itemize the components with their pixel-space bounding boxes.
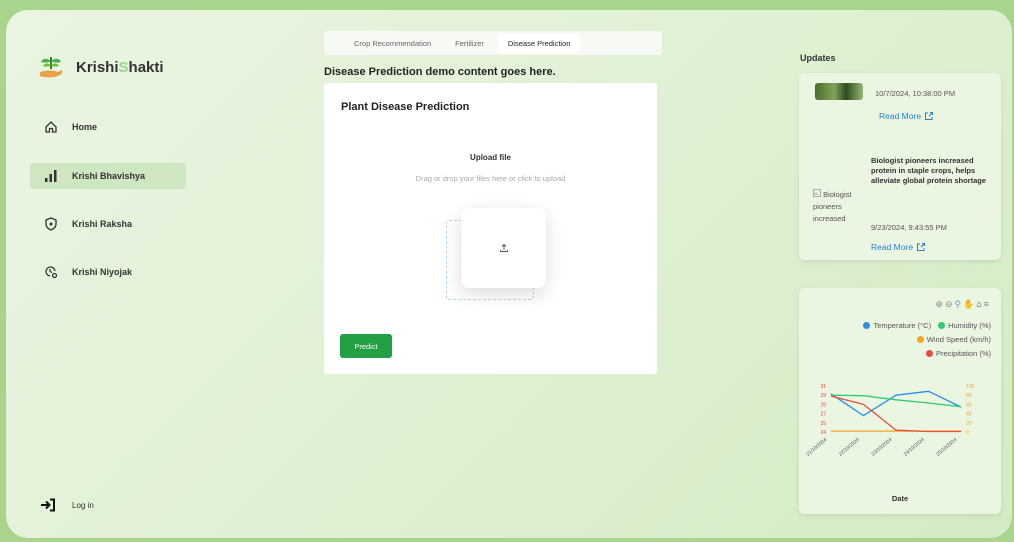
predict-button[interactable]: Predict <box>340 334 392 358</box>
pan-hand-icon[interactable]: ✋ <box>963 299 976 309</box>
broken-image-alt: Biologist pioneers increased <box>813 189 852 223</box>
news-title[interactable]: Biologist pioneers increased protein in … <box>871 156 989 186</box>
planner-icon <box>45 266 58 279</box>
weather-line-chart: 31 29 26 27 25 24 100 80 60 40 20 0 21/10/2024 22/10/… <box>805 384 975 458</box>
news-date: 10/7/2024, 10:38:00 PM <box>875 89 956 98</box>
read-more-label: Read More <box>871 242 914 252</box>
nav-label-krishi-niyojak: Krishi Niyojak <box>72 267 133 277</box>
y-right-tick-label: 0 <box>966 430 969 436</box>
tab-fertilizer[interactable]: Fertilizer <box>445 34 494 53</box>
app-frame: KrishiShakti Home Krishi Bhavishya Krish… <box>6 10 1012 538</box>
external-link-icon <box>917 243 926 251</box>
x-axis-title: Date <box>891 494 909 503</box>
bar-chart-icon <box>45 170 57 182</box>
brand-name: KrishiShakti <box>76 58 164 76</box>
upload-title: Upload file <box>470 153 511 162</box>
nav-label-home: Home <box>72 122 98 132</box>
demo-text: Disease Prediction demo content goes her… <box>324 66 556 78</box>
shield-icon <box>45 217 57 231</box>
disease-prediction-card: Plant Disease Prediction Upload file Dra… <box>324 83 657 374</box>
legend-row-1: Temperature (°C) Humidity (%) <box>863 321 991 330</box>
nav-item-krishi-niyojak[interactable]: Krishi Niyojak <box>30 259 186 285</box>
legend-precipitation[interactable]: Precipitation (%) <box>936 349 991 358</box>
chart-toolbar: ⊕⊖⚲✋⌂≡ <box>935 299 991 310</box>
broken-image-icon <box>813 189 821 197</box>
updates-heading: Updates <box>800 53 836 63</box>
legend-wind[interactable]: Wind Speed (km/h) <box>927 335 991 344</box>
y-left-tick-label: 27 <box>820 412 826 418</box>
login-icon <box>41 498 55 512</box>
legend-humidity[interactable]: Humidity (%) <box>948 321 991 330</box>
updates-card: 10/7/2024, 10:38:00 PM Read More Biologi… <box>799 73 1001 260</box>
series-line-precipitation <box>830 395 961 433</box>
y-right-tick-label: 20 <box>966 421 972 427</box>
nav-item-krishi-bhavishya[interactable]: Krishi Bhavishya <box>30 163 186 189</box>
x-tick-label: 21/10/2024 <box>805 437 828 458</box>
y-left-tick-label: 29 <box>820 393 826 399</box>
y-right-tick-label: 40 <box>966 412 972 418</box>
legend-dot-humidity <box>938 322 946 329</box>
tab-bar: Crop Recommendation Fertilizer Disease P… <box>324 31 662 55</box>
login-label: Log in <box>72 500 94 510</box>
legend-row-3: Precipitation (%) <box>925 349 991 358</box>
y-right-tick-label: 100 <box>966 384 975 390</box>
nav-item-home[interactable]: Home <box>30 114 186 140</box>
read-more-link[interactable]: Read More <box>879 111 934 121</box>
news-date: 9/23/2024, 9:43:55 PM <box>871 223 947 232</box>
weather-chart-card: ⊕⊖⚲✋⌂≡ Temperature (°C) Humidity (%) Win… <box>799 288 1001 514</box>
y-left-tick-label: 25 <box>820 421 826 427</box>
y-left-tick-label: 24 <box>820 430 826 436</box>
tab-crop-recommendation[interactable]: Crop Recommendation <box>344 34 441 53</box>
card-title: Plant Disease Prediction <box>341 101 470 113</box>
plant-hand-icon <box>40 57 63 78</box>
y-right-tick-label: 80 <box>966 393 972 399</box>
brand-logo[interactable]: KrishiShakti <box>36 53 164 81</box>
y-left-tick-label: 26 <box>820 402 826 408</box>
legend-dot-precipitation <box>925 350 933 357</box>
login-link[interactable]: Log in <box>40 498 94 512</box>
legend-dot-temperature <box>863 322 871 329</box>
upload-hint: Drag or drop your files here or click to… <box>415 174 566 183</box>
menu-icon[interactable]: ≡ <box>984 299 991 309</box>
nav-item-krishi-raksha[interactable]: Krishi Raksha <box>30 211 186 237</box>
legend-row-2: Wind Speed (km/h) <box>916 335 991 344</box>
reset-home-icon[interactable]: ⌂ <box>976 299 983 309</box>
nav-label-krishi-bhavishya: Krishi Bhavishya <box>72 171 146 181</box>
home-icon <box>45 121 57 133</box>
external-link-icon <box>925 112 934 120</box>
y-right-tick-label: 60 <box>966 402 972 408</box>
read-more-link[interactable]: Read More <box>871 242 926 252</box>
zoom-in-icon[interactable]: ⊕ <box>935 299 945 309</box>
x-tick-label: 25/10/2024 <box>935 437 958 458</box>
upload-icon <box>499 243 508 252</box>
read-more-label: Read More <box>879 111 922 121</box>
y-left-tick-label: 31 <box>820 384 826 390</box>
x-tick-label: 23/10/2024 <box>870 437 893 458</box>
legend-temperature[interactable]: Temperature (°C) <box>873 321 931 330</box>
news-thumbnail[interactable] <box>815 83 863 100</box>
legend-dot-wind <box>916 336 924 343</box>
tab-disease-prediction[interactable]: Disease Prediction <box>497 33 581 53</box>
x-tick-label: 24/10/2024 <box>903 437 926 458</box>
x-tick-label: 22/10/2024 <box>838 437 861 458</box>
upload-button[interactable] <box>461 208 546 288</box>
magnifier-icon[interactable]: ⚲ <box>954 299 963 309</box>
nav-label-krishi-raksha: Krishi Raksha <box>72 219 133 229</box>
